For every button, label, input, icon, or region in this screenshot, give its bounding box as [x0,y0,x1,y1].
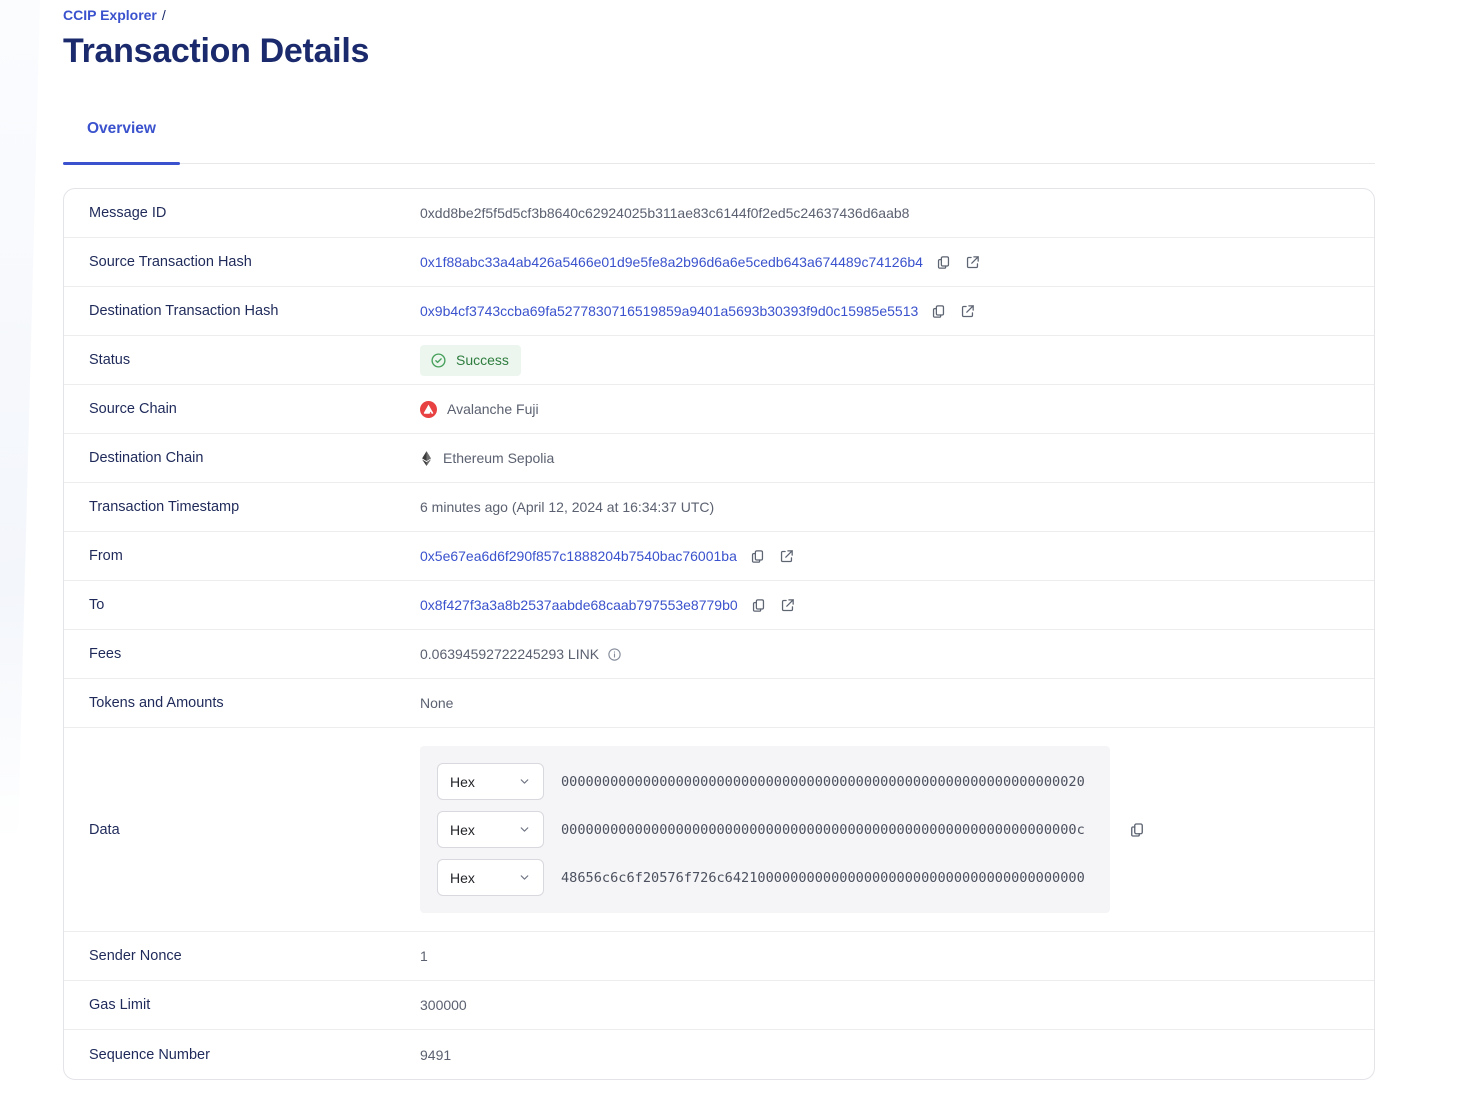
table-row-to: To 0x8f427f3a3a8b2537aabde68caab797553e8… [64,581,1374,631]
breadcrumb: CCIP Explorer / [63,7,1375,23]
hex-line: Hex 000000000000000000000000000000000000… [437,811,1093,849]
sender-nonce-label: Sender Nonce [89,948,182,965]
hex-data-line: 48656c6c6f20576f726c64210000000000000000… [561,869,1085,886]
data-label: Data [89,821,120,838]
sequence-number-label: Sequence Number [89,1046,210,1063]
gas-limit-label: Gas Limit [89,997,151,1014]
sequence-number-value: 9491 [420,1046,452,1063]
breadcrumb-separator: / [161,7,166,23]
tokens-label: Tokens and Amounts [89,695,224,712]
copy-icon[interactable] [930,303,947,320]
fees-label: Fees [89,646,122,663]
table-row-sender-nonce: Sender Nonce 1 [64,932,1374,982]
dest-tx-hash-label: Destination Transaction Hash [89,303,279,320]
encoding-select-value: Hex [450,869,475,886]
dest-chain-name: Ethereum Sepolia [443,450,555,467]
dest-chain-value: Ethereum Sepolia [420,450,554,467]
table-row-status: Status Success [64,336,1374,386]
transaction-details-card: Message ID 0xdd8be2f5f5d5cf3b8640c629240… [63,188,1375,1081]
chevron-down-icon [518,775,531,788]
status-label: Status [89,352,131,369]
tab-bar: Overview [63,120,1375,166]
encoding-select[interactable]: Hex [437,811,544,849]
to-label: To [89,597,105,614]
from-address-link[interactable]: 0x5e67ea6d6f290f857c1888204b7540bac76001… [420,548,737,564]
message-id-label: Message ID [89,205,167,222]
encoding-select[interactable]: Hex [437,763,544,801]
avalanche-fuji-icon [420,400,437,418]
copy-icon[interactable] [750,597,767,614]
hex-line: Hex 48656c6c6f20576f726c6421000000000000… [437,859,1093,897]
external-link-icon[interactable] [959,303,976,320]
tab-overview[interactable]: Overview [63,120,180,166]
table-row-timestamp: Transaction Timestamp 6 minutes ago (Apr… [64,483,1374,533]
message-id-value: 0xdd8be2f5f5d5cf3b8640c62924025b311ae83c… [420,205,910,222]
table-row-fees: Fees 0.06394592722245293 LINK [64,630,1374,680]
page-title: Transaction Details [63,32,370,70]
from-label: From [89,548,123,565]
source-chain-name: Avalanche Fuji [447,401,539,418]
table-row-source-tx-hash: Source Transaction Hash 0x1f88abc33a4ab4… [64,238,1374,288]
table-row-tokens: Tokens and Amounts None [64,679,1374,729]
source-chain-value: Avalanche Fuji [420,400,539,418]
gas-limit-value: 300000 [420,997,467,1014]
hex-data-line: 0000000000000000000000000000000000000000… [561,773,1085,790]
encoding-select[interactable]: Hex [437,859,544,897]
source-chain-label: Source Chain [89,401,177,418]
sender-nonce-value: 1 [420,948,428,965]
encoding-select-value: Hex [450,821,475,838]
status-badge-text: Success [456,352,509,369]
encoding-select-value: Hex [450,773,475,790]
dest-chain-label: Destination Chain [89,450,204,467]
table-row-source-chain: Source Chain Avalanche Fuji [64,385,1374,435]
ethereum-sepolia-icon [420,450,433,467]
table-row-sequence-number: Sequence Number 9491 [64,1030,1374,1079]
copy-icon[interactable] [1128,821,1146,839]
table-row-gas-limit: Gas Limit 300000 [64,981,1374,1031]
table-row-data: Data Hex 0000000000000000000000000000000… [64,728,1374,933]
external-link-icon[interactable] [964,254,981,271]
data-hex-viewer: Hex 000000000000000000000000000000000000… [420,746,1110,914]
check-circle-icon [430,352,447,369]
timestamp-label: Transaction Timestamp [89,499,240,516]
transaction-details-page: CCIP Explorer / Transaction Details Overv… [0,0,1481,1081]
timestamp-value: 6 minutes ago (April 12, 2024 at 16:34:3… [420,499,715,516]
table-row-from: From 0x5e67ea6d6f290f857c1888204b7540bac… [64,532,1374,582]
info-icon[interactable] [607,647,622,662]
table-row-dest-chain: Destination Chain Ethereum Sepolia [64,434,1374,484]
table-row-dest-tx-hash: Destination Transaction Hash 0x9b4cf3743… [64,287,1374,337]
hex-line: Hex 000000000000000000000000000000000000… [437,763,1093,801]
chevron-down-icon [518,823,531,836]
dest-tx-hash-link[interactable]: 0x9b4cf3743ccba69fa5277830716519859a9401… [420,303,918,319]
copy-icon[interactable] [749,548,766,565]
breadcrumb-ccip-explorer-link[interactable]: CCIP Explorer [63,7,157,23]
hex-data-line: 0000000000000000000000000000000000000000… [561,821,1085,838]
source-tx-hash-label: Source Transaction Hash [89,254,252,271]
table-row-message-id: Message ID 0xdd8be2f5f5d5cf3b8640c629240… [64,189,1374,239]
fees-value: 0.06394592722245293 LINK [420,646,600,663]
external-link-icon[interactable] [779,597,796,614]
source-tx-hash-link[interactable]: 0x1f88abc33a4ab426a5466e01d9e5fe8a2b96d6… [420,254,923,270]
to-address-link[interactable]: 0x8f427f3a3a8b2537aabde68caab797553e8779… [420,597,738,613]
tokens-value: None [420,695,454,712]
copy-icon[interactable] [935,254,952,271]
chevron-down-icon [518,871,531,884]
status-badge: Success [420,344,521,376]
external-link-icon[interactable] [778,548,795,565]
